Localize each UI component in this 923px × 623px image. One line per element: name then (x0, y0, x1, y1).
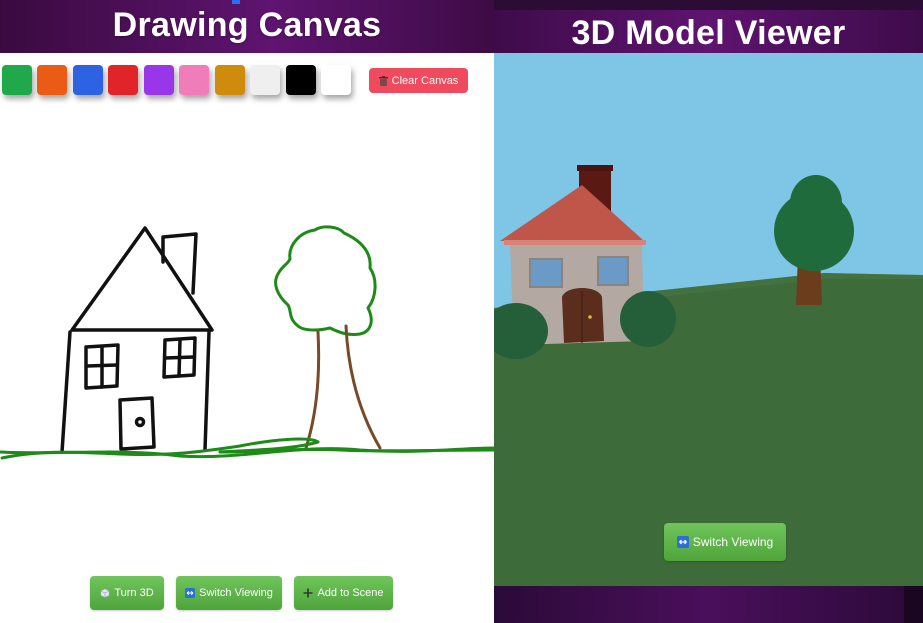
swatch-blue[interactable] (73, 65, 103, 95)
app-root: Drawing Canvas Clear Canvas Turn 3D Swit… (0, 0, 923, 623)
add-to-scene-label: Add to Scene (317, 587, 384, 599)
turn-3d-button[interactable]: Turn 3D (90, 576, 164, 610)
viewer-switch-viewing-label: Switch Viewing (692, 535, 774, 549)
swatch-pink[interactable] (179, 65, 209, 95)
turn-3d-label: Turn 3D (114, 587, 154, 599)
bush-right (620, 291, 676, 347)
swatch-green[interactable] (2, 65, 32, 95)
swatch-gold[interactable] (215, 65, 245, 95)
tree-trunk-sketch (304, 324, 382, 450)
viewer-panel: 3D Model Viewer Switch Viewing (494, 0, 923, 623)
switch-viewing-button[interactable]: Switch Viewing (176, 576, 282, 610)
drawing-header: Drawing Canvas (0, 0, 494, 53)
swatch-orange[interactable] (37, 65, 67, 95)
trash-icon (378, 75, 388, 86)
drawing-panel: Drawing Canvas Clear Canvas Turn 3D Swit… (0, 0, 494, 623)
ground-sketch (0, 437, 494, 460)
clear-canvas-label: Clear Canvas (391, 74, 459, 87)
switch-viewing-label: Switch Viewing (199, 587, 273, 599)
header-marker (232, 0, 240, 4)
drawing-canvas[interactable] (0, 100, 494, 570)
swatch-black[interactable] (286, 65, 316, 95)
swatch-red[interactable] (108, 65, 138, 95)
viewer-footer (494, 586, 923, 623)
add-to-scene-button[interactable]: Add to Scene (294, 576, 393, 610)
viewer-title: 3D Model Viewer (571, 14, 846, 52)
swap-icon (185, 588, 196, 598)
viewer-top-strip (494, 0, 923, 10)
house-sketch (60, 226, 214, 454)
viewer-header: 3D Model Viewer (494, 10, 923, 53)
drawing-title: Drawing Canvas (112, 6, 382, 44)
swatch-white[interactable] (321, 65, 351, 95)
swatch-purple[interactable] (144, 65, 174, 95)
viewer-footer-edge (904, 586, 923, 623)
viewer-switch-viewing-button[interactable]: Switch Viewing (664, 523, 786, 561)
tree-crown-sketch (274, 225, 377, 336)
swatch-light-gray[interactable] (250, 65, 280, 95)
swap-icon (676, 536, 689, 548)
clear-canvas-button[interactable]: Clear Canvas (369, 68, 468, 93)
cube-icon (100, 588, 110, 598)
3d-viewport[interactable] (494, 53, 923, 586)
plus-icon (303, 588, 313, 598)
